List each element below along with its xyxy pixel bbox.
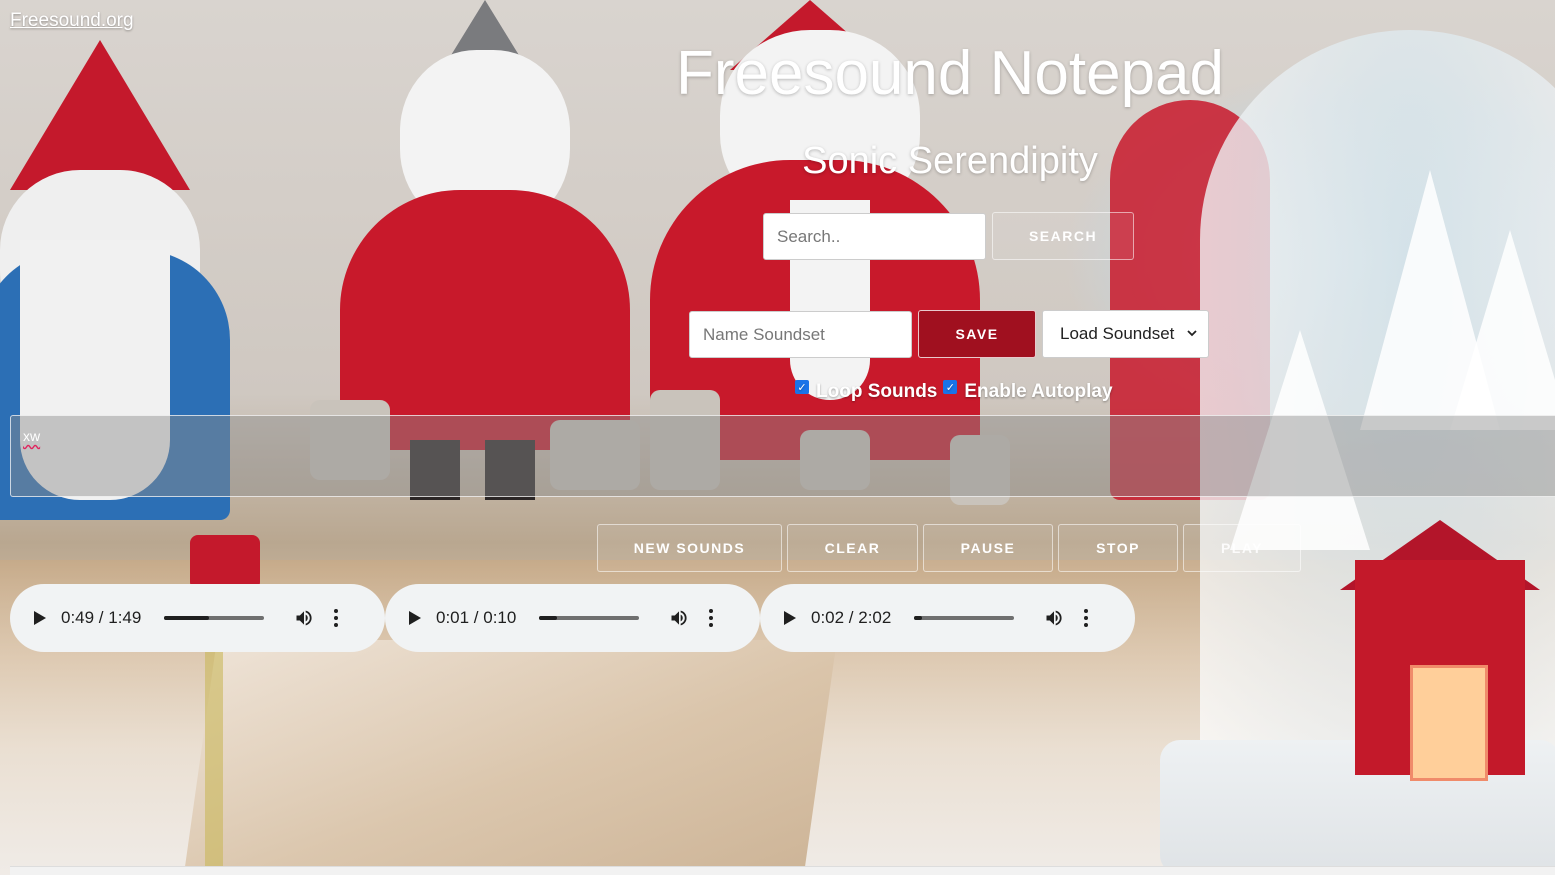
bottom-scroll-strip [10,866,1555,875]
more-options-icon[interactable] [334,609,338,627]
more-options-icon[interactable] [709,609,713,627]
loop-sounds-checkbox[interactable]: ✓ [795,380,809,394]
play-icon[interactable] [409,611,421,625]
enable-autoplay-checkbox[interactable]: ✓ [943,380,958,394]
player-time: 0:02 / 2:02 [811,608,892,627]
seek-slider[interactable] [914,616,1014,620]
seek-slider[interactable] [164,616,264,620]
small-red-gift [190,535,260,590]
enable-autoplay-label[interactable]: Enable Autoplay [964,381,1112,403]
freesound-link[interactable]: Freesound.org [10,10,134,32]
soundset-name-input[interactable] [689,311,912,358]
page-subtitle: Sonic Serendipity [802,140,1098,182]
volume-icon[interactable] [1044,608,1064,628]
load-soundset-selected: Load Soundset [1060,324,1175,343]
seek-progress [914,616,922,620]
save-button[interactable]: SAVE [918,310,1036,358]
play-icon[interactable] [784,611,796,625]
seek-progress [164,616,209,620]
chevron-down-icon [1186,326,1198,342]
stop-button[interactable]: STOP [1058,524,1178,572]
player-time: 0:01 / 0:10 [436,608,517,627]
search-button[interactable]: SEARCH [992,212,1134,260]
loop-sounds-label[interactable]: Loop Sounds [816,381,937,403]
seek-progress [539,616,557,620]
play-icon[interactable] [34,611,46,625]
seek-slider[interactable] [539,616,639,620]
more-options-icon[interactable] [1084,609,1088,627]
load-soundset-select[interactable]: Load Soundset [1042,310,1209,358]
house-door [1410,665,1488,781]
play-button[interactable]: PLAY [1183,524,1301,572]
clear-button[interactable]: CLEAR [787,524,918,572]
notepad-text: xw [23,428,41,444]
wrapped-package [183,640,837,875]
audio-player: 0:02 / 2:02 [760,584,1135,652]
audio-player: 0:01 / 0:10 [385,584,760,652]
new-sounds-button[interactable]: NEW SOUNDS [597,524,782,572]
page-title: Freesound Notepad [675,39,1225,108]
player-time: 0:49 / 1:49 [61,608,142,627]
options-row: ✓ Loop Sounds ✓ Enable Autoplay [795,380,1119,404]
search-input[interactable] [763,213,986,260]
pause-button[interactable]: PAUSE [923,524,1053,572]
volume-icon[interactable] [294,608,314,628]
audio-player: 0:49 / 1:49 [10,584,385,652]
volume-icon[interactable] [669,608,689,628]
notepad-textarea[interactable]: xw [10,415,1555,497]
paper-tree [1450,230,1555,430]
